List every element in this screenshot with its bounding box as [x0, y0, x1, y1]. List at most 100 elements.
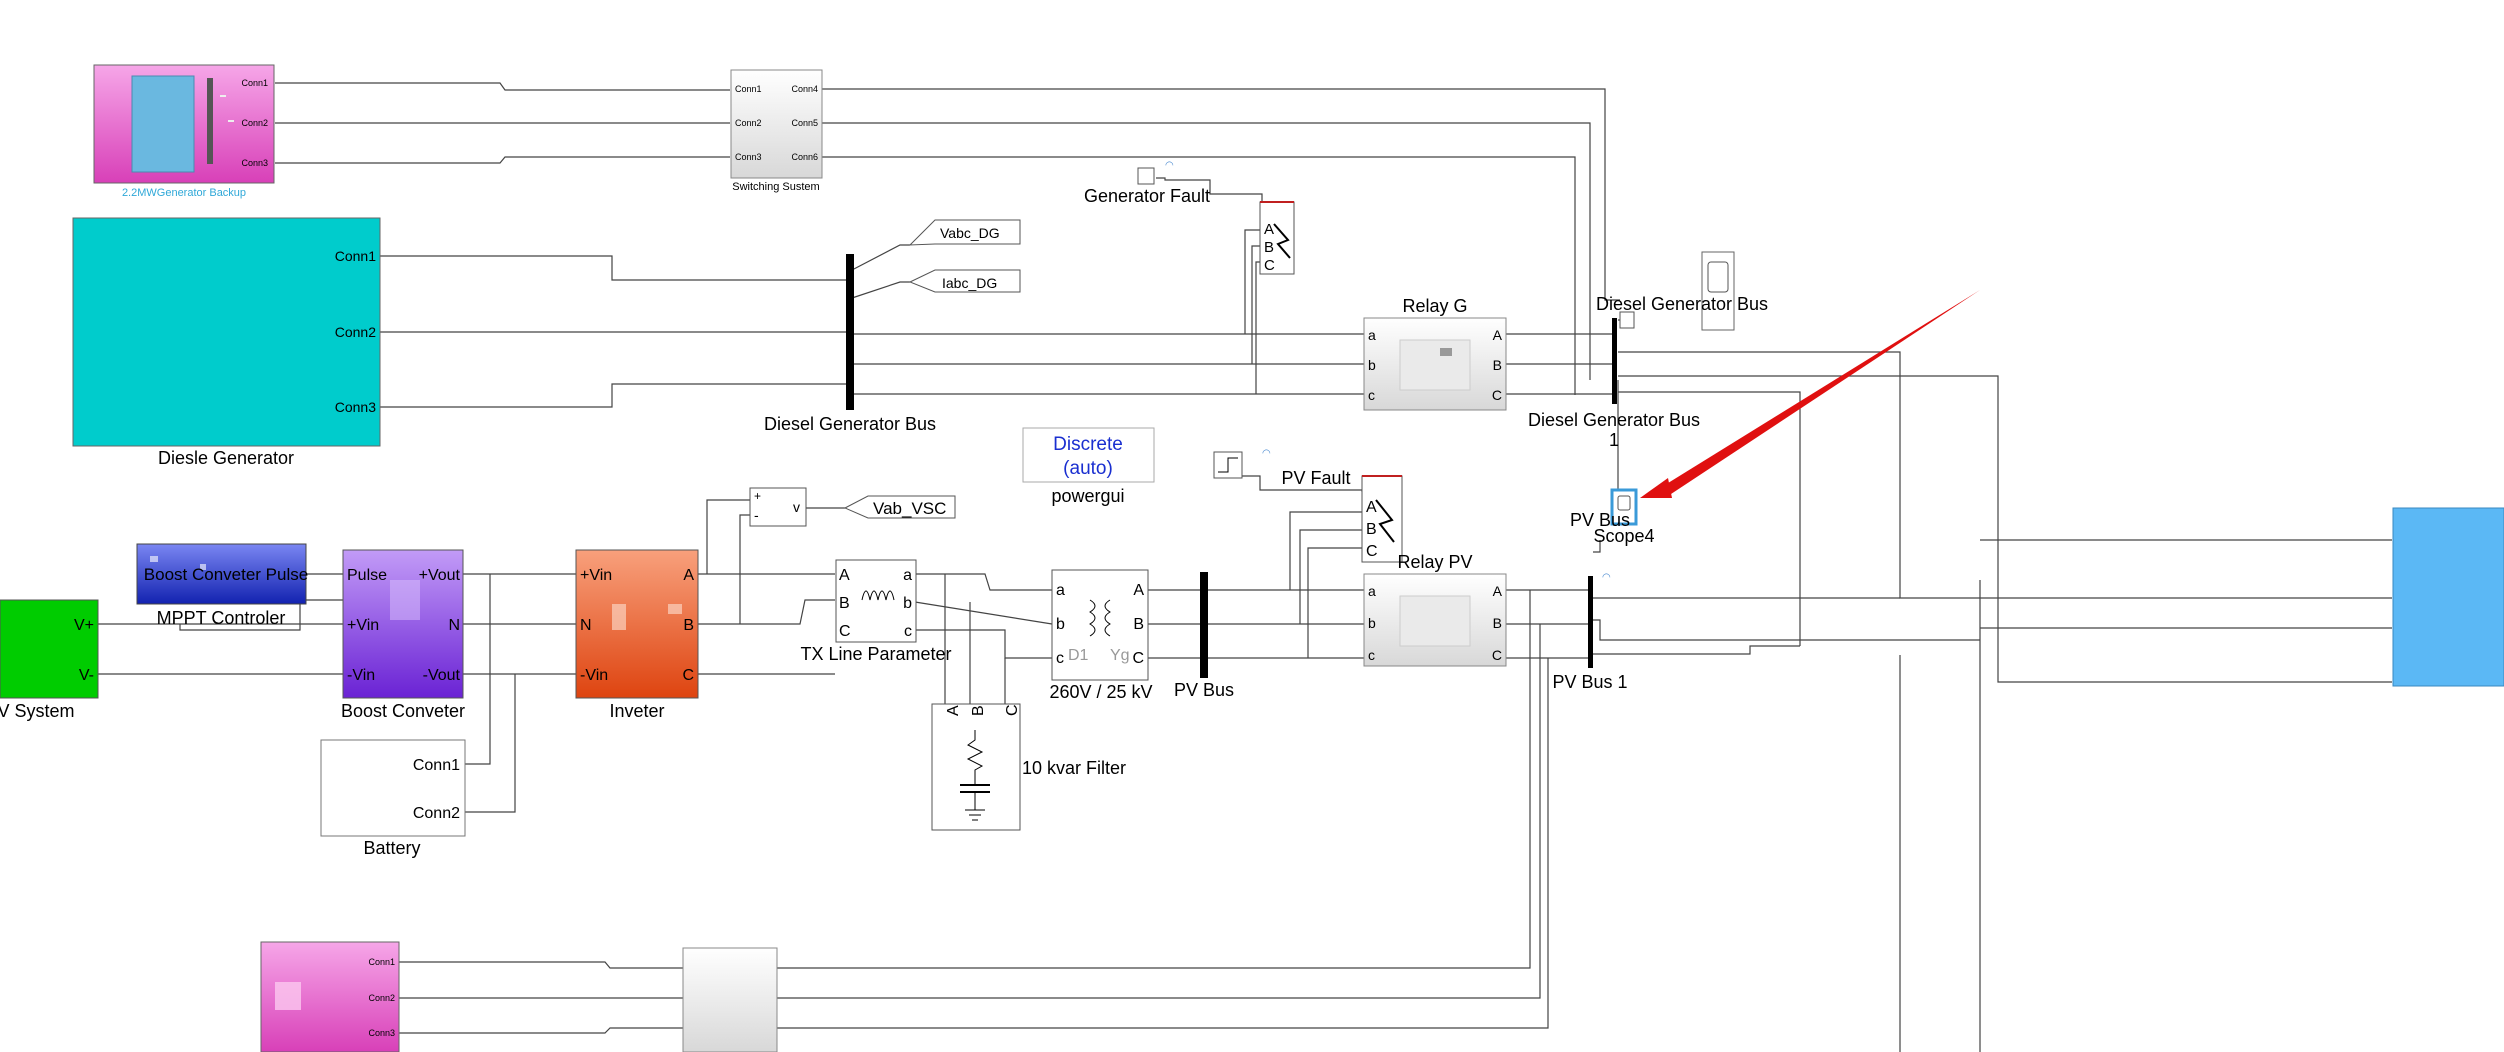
transformer-label: 260V / 25 kV	[1049, 682, 1152, 702]
vab-out-v: v	[793, 499, 800, 515]
pv-bus[interactable]: PV Bus	[1174, 572, 1234, 700]
switch-out-4: Conn4	[791, 84, 818, 94]
pv-system-block[interactable]: V+ V- V System	[0, 599, 99, 721]
diesel-bus-scope[interactable]: Diesel Generator Bus	[1596, 251, 1768, 331]
vab-voltage-meter[interactable]: + - v	[749, 487, 807, 527]
battery-block[interactable]: Conn1 Conn2 Battery	[320, 739, 466, 858]
diesel-bus-label: Diesel Generator Bus	[764, 414, 936, 434]
tr-out-b: B	[1133, 616, 1144, 633]
switch-in-2: Conn2	[735, 118, 762, 128]
filter-port-c: C	[1004, 704, 1021, 716]
filter-block[interactable]: A B C 10 kvar Filter	[931, 703, 1126, 831]
load-block[interactable]	[2392, 507, 2504, 687]
relay-pv-out-a: A	[1493, 583, 1503, 599]
relay-pv-out-c: C	[1492, 647, 1502, 663]
relay-pv-block[interactable]: a b c A B C Relay PV	[1363, 552, 1507, 667]
diesel-bus-1-label: Diesel Generator Bus	[1528, 410, 1700, 430]
relay-pv-in-c: c	[1368, 647, 1375, 663]
pvf-port-c: C	[1366, 543, 1378, 560]
boost-label: Boost Conveter	[341, 701, 465, 721]
battery-port-2: Conn2	[413, 805, 460, 822]
diesel-generator-bus[interactable]: Diesel Generator Bus	[764, 254, 936, 434]
vabc-dg-tag[interactable]: Vabc_DG	[908, 219, 1021, 246]
mppt-controller-block[interactable]: Boost Conveter Pulse MPPT Controler	[136, 543, 308, 628]
inv-out-c: C	[682, 667, 694, 684]
relay-pv-in-b: b	[1368, 615, 1376, 631]
vab-vsc-text: Vab_VSC	[873, 499, 946, 518]
pv-bus-label: PV Bus	[1174, 680, 1234, 700]
relay-g-out-b: B	[1493, 357, 1502, 373]
bottom-gen-port-3: Conn3	[368, 1028, 395, 1038]
tr-winding-d1: D1	[1068, 647, 1089, 664]
switch-in-3: Conn3	[735, 152, 762, 162]
transformer-block[interactable]: a b c A B C D1 Yg 260V / 25 kV	[1049, 569, 1153, 702]
dg-port-3: Conn3	[335, 399, 376, 415]
tx-in-c: C	[839, 623, 851, 640]
tx-out-c: c	[904, 623, 912, 640]
backup-label: 2.2MWGenerator Backup	[122, 187, 246, 199]
relay-g-in-b: b	[1368, 357, 1376, 373]
pvf-port-b: B	[1366, 521, 1377, 538]
diesel-generator-bus-1[interactable]: Diesel Generator Bus 1	[1528, 318, 1700, 450]
generator-fault-block[interactable]: A B C	[1259, 201, 1295, 275]
inv-vin-plus: +Vin	[580, 567, 612, 584]
dg-port-2: Conn2	[335, 324, 376, 340]
gf-port-a: A	[1264, 221, 1274, 238]
relay-g-block[interactable]: a b c A B C Relay G	[1363, 296, 1507, 411]
mppt-label: MPPT Controler	[157, 608, 286, 628]
powergui-line2: (auto)	[1063, 458, 1113, 479]
scope4-label: Scope4	[1593, 526, 1654, 546]
relay-g-out-c: C	[1492, 387, 1502, 403]
diesel-generator-block[interactable]: Conn1 Conn2 Conn3 Diesle Generator	[72, 217, 381, 468]
bottom-switching-block[interactable]	[682, 947, 778, 1052]
inv-out-b: B	[683, 617, 694, 634]
iabc-dg-tag[interactable]: Iabc_DG	[908, 269, 1021, 293]
gf-port-c: C	[1264, 257, 1275, 274]
boost-pulse-port: Pulse	[347, 567, 387, 584]
mppt-text: Boost Conveter Pulse	[144, 565, 308, 584]
battery-port-1: Conn1	[413, 757, 460, 774]
boost-converter-block[interactable]: Pulse +Vin -Vin +Vout N -Vout Boost Conv…	[341, 549, 465, 721]
pv-fault-timer[interactable]: ◠ PV Fault	[1213, 448, 1351, 488]
relay-g-in-c: c	[1368, 387, 1375, 403]
boost-vin-minus: -Vin	[347, 667, 375, 684]
generator-fault-label: Generator Fault	[1084, 186, 1210, 206]
relay-pv-in-a: a	[1368, 583, 1376, 599]
generator-fault-timer[interactable]: ◠ Generator Fault	[1084, 160, 1210, 206]
iabc-dg-text: Iabc_DG	[942, 275, 997, 291]
simulink-canvas[interactable]: Conn1 Conn2 Conn3 2.2MWGenerator Backup …	[0, 0, 2504, 1052]
pv-port-minus: V-	[79, 667, 94, 684]
tr-out-c: C	[1132, 650, 1144, 667]
tx-line-block[interactable]: A B C a b c TX Line Parameter	[800, 559, 952, 664]
switch-out-5: Conn5	[791, 118, 818, 128]
relay-pv-out-b: B	[1493, 615, 1502, 631]
inverter-block[interactable]: +Vin N -Vin A B C Inveter	[575, 549, 699, 721]
pv-port-plus: V+	[74, 617, 94, 634]
pv-bus-1-label: PV Bus 1	[1552, 672, 1627, 692]
vab-vsc-tag[interactable]: Vab_VSC	[843, 495, 956, 519]
tr-out-a: A	[1133, 582, 1144, 599]
inverter-label: Inveter	[609, 701, 664, 721]
switch-in-1: Conn1	[735, 84, 762, 94]
tx-line-label: TX Line Parameter	[800, 644, 951, 664]
bottom-gen-port-2: Conn2	[368, 993, 395, 1003]
filter-label: 10 kvar Filter	[1022, 758, 1126, 778]
switching-system-block[interactable]: Conn1 Conn2 Conn3 Conn4 Conn5 Conn6 Swit…	[730, 69, 823, 193]
powergui-block[interactable]: Discrete (auto) powergui	[1022, 427, 1155, 506]
inv-vin-minus: -Vin	[580, 667, 608, 684]
wireless-icon: ◠	[1165, 160, 1174, 171]
powergui-label: powergui	[1051, 486, 1124, 506]
bottom-gen-port-1: Conn1	[368, 957, 395, 967]
generator-backup-block[interactable]: Conn1 Conn2 Conn3 2.2MWGenerator Backup	[93, 64, 275, 199]
relay-pv-label: Relay PV	[1397, 552, 1472, 572]
dg-label: Diesle Generator	[158, 448, 294, 468]
powergui-line1: Discrete	[1053, 434, 1123, 455]
vabc-dg-text: Vabc_DG	[940, 225, 1000, 241]
tx-out-a: a	[903, 567, 912, 584]
bottom-generator-block[interactable]: Conn1 Conn2 Conn3	[260, 941, 400, 1052]
scope4-block[interactable]: PV Bus Scope4	[1570, 488, 1655, 546]
pvf-port-a: A	[1366, 499, 1377, 516]
pv-bus1-wireless-icon: ◠	[1602, 572, 1611, 583]
pv-fault-label: PV Fault	[1281, 468, 1350, 488]
pv-fault-block[interactable]: A B C	[1361, 475, 1403, 563]
